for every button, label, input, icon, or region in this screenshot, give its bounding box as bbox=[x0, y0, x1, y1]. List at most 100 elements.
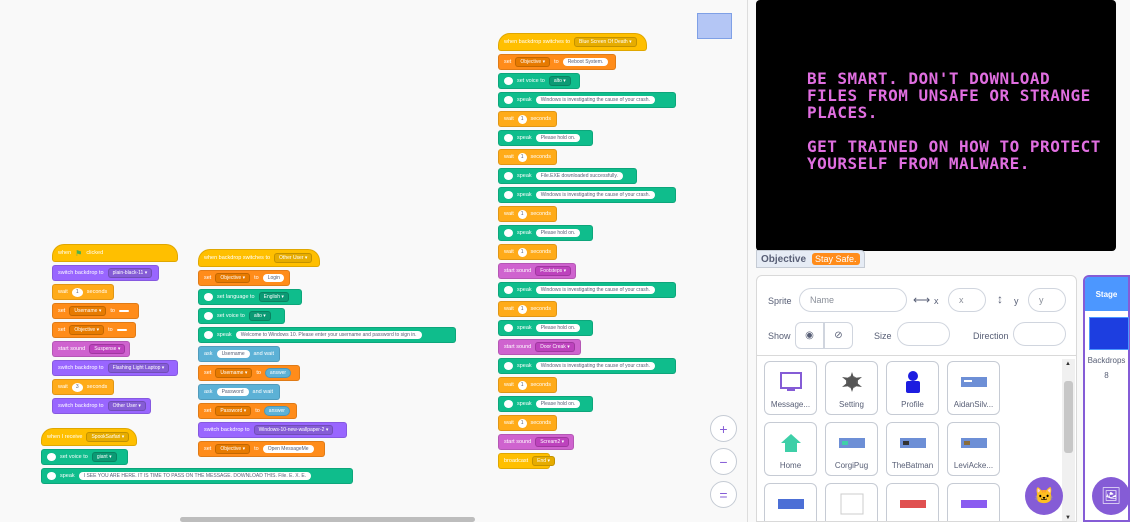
set-voice-block[interactable]: set voice to alto ▾ bbox=[498, 73, 580, 89]
speak-text-input[interactable]: Welcome to Windows 10. Please enter your… bbox=[235, 331, 422, 339]
variable-dropdown[interactable]: Objective ▾ bbox=[69, 325, 105, 335]
start-sound-block[interactable]: start sound Scream2 ▾ bbox=[498, 434, 574, 450]
sound-dropdown[interactable]: Footsteps ▾ bbox=[535, 266, 572, 276]
message-dropdown[interactable]: SpookSarfari ▾ bbox=[86, 432, 130, 442]
sprite-tile[interactable]: LeviAcke... bbox=[947, 422, 1000, 476]
switch-backdrop-block[interactable]: switch backdrop to plain-black-11 ▾ bbox=[52, 265, 159, 281]
sprite-tile[interactable]: Home bbox=[764, 422, 817, 476]
speak-text-input[interactable]: Please hold on. bbox=[535, 229, 581, 237]
sprite-tile[interactable]: CorgiPug bbox=[825, 422, 878, 476]
sprite-list-scrollbar[interactable]: ▲ ▼ bbox=[1062, 359, 1075, 521]
zoom-out-button[interactable]: − bbox=[710, 448, 737, 475]
wait-input[interactable]: 1 bbox=[517, 152, 527, 162]
sprite-tile[interactable]: Message... bbox=[764, 361, 817, 415]
wait-input[interactable]: 1 bbox=[71, 287, 83, 297]
variable-dropdown[interactable]: Username ▾ bbox=[215, 368, 253, 378]
set-variable-block[interactable]: set Objective ▾ to Login bbox=[198, 270, 290, 286]
wait-input[interactable]: 1 bbox=[517, 114, 527, 124]
sprite-tile[interactable] bbox=[764, 483, 817, 521]
value-input[interactable] bbox=[118, 310, 129, 312]
wait-block[interactable]: wait 1 seconds bbox=[498, 301, 557, 317]
value-input[interactable]: Reboot System. bbox=[562, 58, 609, 66]
set-variable-block[interactable]: set Username ▾ to bbox=[52, 303, 139, 319]
speak-block[interactable]: speak I SEE YOU ARE HERE. IT IS TIME TO P… bbox=[41, 468, 353, 484]
choose-backdrop-button[interactable]: 🖼 bbox=[1092, 477, 1130, 515]
voice-dropdown[interactable]: giant ▾ bbox=[91, 452, 117, 462]
wait-block[interactable]: wait 1 seconds bbox=[498, 149, 557, 165]
start-sound-block[interactable]: start sound Footsteps ▾ bbox=[498, 263, 576, 279]
backdrop-dropdown[interactable]: Blue Screen Of Death ▾ bbox=[574, 37, 637, 47]
sprite-name-input[interactable]: Name bbox=[799, 288, 907, 312]
script-green-flag[interactable]: when ⚑ clicked switch backdrop to plain-bla… bbox=[52, 244, 178, 417]
speak-text-input[interactable]: Please hold on. bbox=[535, 134, 581, 142]
show-visible-button[interactable]: ◉ bbox=[795, 322, 824, 349]
speak-block[interactable]: speak File.EXE downloaded successfully. bbox=[498, 168, 637, 184]
scroll-up-icon[interactable]: ▲ bbox=[1065, 361, 1071, 367]
speak-text-input[interactable]: Windows is investigating the cause of yo… bbox=[535, 96, 655, 104]
speak-block[interactable]: speak Windows is investigating the cause … bbox=[498, 282, 676, 298]
x-input[interactable]: x bbox=[948, 288, 986, 312]
sprite-tile[interactable] bbox=[825, 483, 878, 521]
speak-block[interactable]: speak Windows is investigating the cause … bbox=[498, 358, 676, 374]
script-bsod[interactable]: when backdrop switches to Blue Screen Of … bbox=[498, 33, 676, 472]
y-input[interactable]: y bbox=[1028, 288, 1066, 312]
speak-text-input[interactable]: I SEE YOU ARE HERE. IT IS TIME TO PASS O… bbox=[78, 472, 312, 480]
set-variable-block[interactable]: set Username ▾ to answer bbox=[198, 365, 300, 381]
direction-input[interactable] bbox=[1013, 322, 1066, 346]
variable-dropdown[interactable]: Password ▾ bbox=[215, 406, 252, 416]
speak-text-input[interactable]: Please hold on. bbox=[535, 324, 581, 332]
set-language-block[interactable]: set language to English ▾ bbox=[198, 289, 302, 305]
sprite-tile[interactable]: AidanSilv... bbox=[947, 361, 1000, 415]
variable-dropdown[interactable]: Username ▾ bbox=[69, 306, 107, 316]
set-variable-block[interactable]: set Password ▾ to answer bbox=[198, 403, 297, 419]
wait-input[interactable]: 1 bbox=[517, 380, 527, 390]
sprite-tile[interactable]: TheBatman bbox=[886, 422, 939, 476]
zoom-reset-button[interactable]: = bbox=[710, 481, 737, 508]
voice-dropdown[interactable]: alto ▾ bbox=[548, 76, 571, 86]
voice-dropdown[interactable]: alto ▾ bbox=[248, 311, 271, 321]
size-input[interactable] bbox=[897, 322, 950, 346]
wait-block[interactable]: wait 1 seconds bbox=[52, 284, 114, 300]
value-input[interactable]: Login bbox=[262, 274, 284, 282]
set-voice-block[interactable]: set voice to giant ▾ bbox=[41, 449, 128, 465]
switch-backdrop-block[interactable]: switch backdrop to Other User ▾ bbox=[52, 398, 151, 414]
ask-block[interactable]: ask Username and wait bbox=[198, 346, 280, 362]
scrollbar-thumb[interactable] bbox=[1064, 381, 1073, 453]
sprite-tile[interactable]: Setting bbox=[825, 361, 878, 415]
answer-reporter[interactable]: answer bbox=[263, 406, 290, 416]
speak-block[interactable]: speak Please hold on. bbox=[498, 130, 593, 146]
wait-input[interactable]: 1 bbox=[517, 418, 527, 428]
horizontal-scrollbar[interactable] bbox=[180, 517, 475, 522]
wait-input[interactable]: 1 bbox=[517, 304, 527, 314]
when-backdrop-switches-block[interactable]: when backdrop switches to Blue Screen Of … bbox=[498, 33, 647, 51]
wait-block[interactable]: wait 1 seconds bbox=[498, 206, 557, 222]
backdrop-dropdown[interactable]: Other User ▾ bbox=[107, 401, 146, 411]
ask-block[interactable]: ask Password and wait bbox=[198, 384, 280, 400]
start-sound-block[interactable]: start sound Door Creak ▾ bbox=[498, 339, 581, 355]
backdrop-dropdown[interactable]: Other User ▾ bbox=[274, 253, 313, 263]
wait-block[interactable]: wait 1 seconds bbox=[498, 415, 557, 431]
answer-reporter[interactable]: answer bbox=[264, 368, 292, 378]
value-input[interactable]: Open MessageMe bbox=[262, 445, 314, 453]
choose-sprite-button[interactable]: 🐱 bbox=[1025, 477, 1063, 515]
language-dropdown[interactable]: English ▾ bbox=[258, 292, 289, 302]
set-variable-block[interactable]: set Objective ▾ to Reboot System. bbox=[498, 54, 616, 70]
code-area[interactable]: when ⚑ clicked switch backdrop to plain-bla… bbox=[0, 0, 748, 522]
sprite-tile[interactable] bbox=[886, 483, 939, 521]
start-sound-block[interactable]: start sound Suspense ▾ bbox=[52, 341, 130, 357]
stage-canvas[interactable]: BE SMART. DON'T DOWNLOAD FILES FROM UNSA… bbox=[756, 0, 1116, 251]
broadcast-block[interactable]: broadcast End ▾ bbox=[498, 453, 555, 469]
wait-block[interactable]: wait 1 seconds bbox=[498, 111, 557, 127]
ask-input[interactable]: Username bbox=[216, 350, 250, 358]
wait-block[interactable]: wait 1 seconds bbox=[498, 377, 557, 393]
wait-block[interactable]: wait 1 seconds bbox=[498, 244, 557, 260]
stage-thumbnail[interactable] bbox=[1089, 317, 1129, 350]
backdrop-dropdown[interactable]: plain-black-11 ▾ bbox=[107, 268, 153, 278]
speak-text-input[interactable]: Windows is investigating the cause of yo… bbox=[535, 362, 655, 370]
backdrop-dropdown[interactable]: Flashing Light Laptop ▾ bbox=[107, 363, 170, 373]
zoom-in-button[interactable]: + bbox=[710, 415, 737, 442]
wait-block[interactable]: wait 3 seconds bbox=[52, 379, 114, 395]
speak-text-input[interactable]: Windows is investigating the cause of yo… bbox=[535, 191, 655, 199]
sound-dropdown[interactable]: Suspense ▾ bbox=[89, 344, 126, 354]
set-variable-block[interactable]: set Objective ▾ to bbox=[52, 322, 136, 338]
